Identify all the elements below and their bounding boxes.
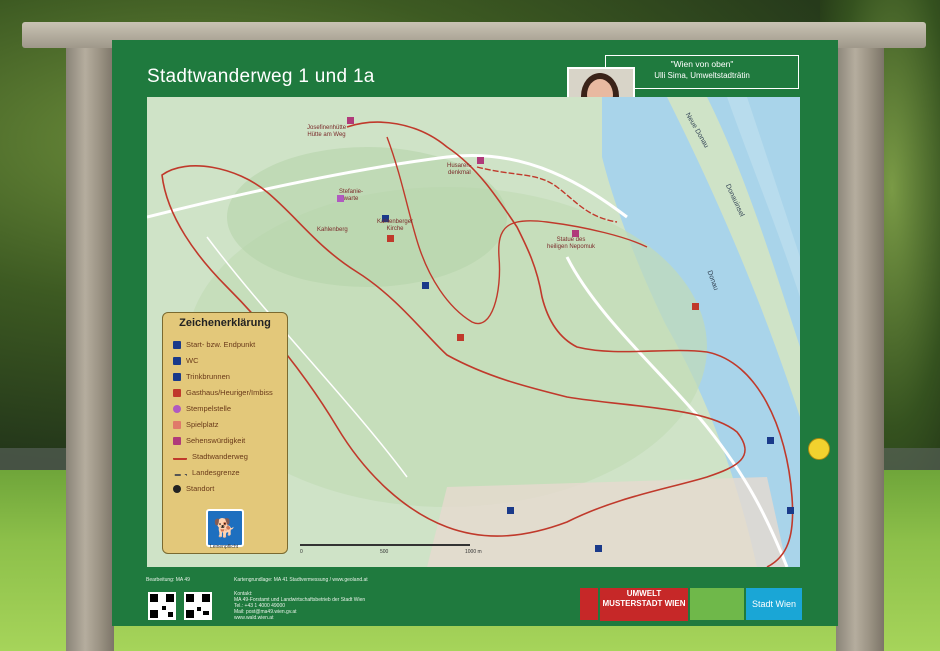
place-label: Kahlenberger Kirche [377,219,414,232]
legend-item: WC [173,355,199,367]
scale-label: 1000 m [465,549,482,555]
trail-line-icon [173,455,187,460]
vienna-flag-logo [580,588,598,620]
scale-label: 0 [300,549,303,555]
scale-label: 500 [380,549,389,555]
sign-title: Stadtwanderweg 1 und 1a [147,66,375,87]
legend-title: Zeichenerklärung [179,317,271,329]
legend-item: Stadtwanderweg [173,451,248,463]
sight-icon [173,437,181,446]
location-icon [173,485,181,494]
place-label: Kahlenberg [317,227,348,233]
legend-item: Gasthaus/Heuriger/Imbiss [173,387,273,399]
umwelt-musterstadt-logo: UMWELT MUSTERSTADT WIEN [600,588,688,621]
legend-item: Standort [173,483,214,495]
basemap-credit: Kartengrundlage: MA 41 Stadtvermessung /… [234,577,368,583]
legend-item: Landesgrenze [173,467,240,479]
border-line-icon [173,471,187,476]
dog-leash-icon: 🐕 [206,509,244,547]
place-label: Statue des heiligen Nepomuk [547,237,596,250]
place-label: Husaren- denkmal [447,163,472,176]
qr-code [184,592,212,620]
contact-web: www.wald.wien.at [234,615,274,621]
start-flag-icon [173,341,181,350]
place-label: Josefinenhütte Hütte am Weg [307,125,347,138]
place-label: Stefanie- warte [339,189,364,202]
quote-line-2: Ulli Sima, Umweltstadträtin [654,71,750,80]
dog-leash-label: Leinenpflicht [209,544,239,550]
legend-item: Spielplatz [173,419,219,431]
stamp-icon [173,405,181,414]
wc-icon [173,357,181,366]
restaurant-icon [173,389,181,398]
legend-item: Stempelstelle [173,403,231,415]
leaf-heart-logo [690,588,744,620]
qr-code [148,592,176,620]
map-scale-bar [300,544,470,546]
smiley-sticker [808,438,830,460]
right-wooden-post [836,34,884,651]
left-wooden-post [66,34,114,651]
playground-icon [173,421,181,430]
legend-item: Sehenswürdigkeit [173,435,245,447]
editor-credit: Bearbeitung: MA 49 [146,577,190,583]
legend-item: Trinkbrunnen [173,371,230,383]
stadt-wien-logo: Stadt Wien [746,588,802,620]
legend-item: Start- bzw. Endpunkt [173,339,255,351]
fountain-icon [173,373,181,382]
